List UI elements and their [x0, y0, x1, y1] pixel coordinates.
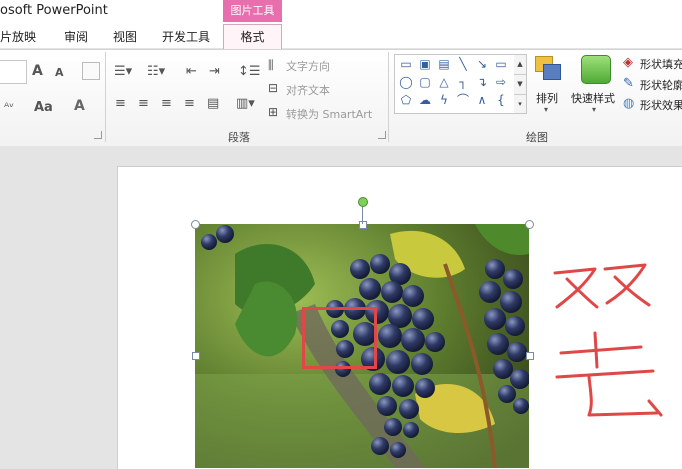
change-case-icon[interactable]: Aa	[34, 100, 53, 115]
right-arrow-shape-icon[interactable]: ⇨	[493, 75, 509, 89]
elbow-connector-shape-icon[interactable]: ┐	[455, 75, 471, 89]
text-direction-button[interactable]: 文字方向	[286, 58, 330, 74]
shape-fill-button[interactable]: 形状填充	[640, 56, 682, 72]
clear-format-icon[interactable]	[82, 62, 100, 80]
resize-handle-right[interactable]	[526, 352, 534, 360]
rectangle-shape-icon[interactable]: ▭	[398, 57, 414, 71]
tab-developer[interactable]: 开发工具	[162, 28, 210, 45]
align-text-icon[interactable]: ⊟	[268, 81, 278, 95]
picture-tools-context-header: 图片工具	[223, 0, 282, 22]
triangle-shape-icon[interactable]: △	[436, 75, 452, 89]
font-color-icon[interactable]: A	[74, 98, 85, 114]
convert-smartart-button[interactable]: 转换为 SmartArt	[286, 106, 372, 122]
arrange-label: 排列	[536, 92, 558, 105]
distribute-icon[interactable]: ▤	[207, 96, 219, 111]
arrange-button[interactable]: 排列 ▾	[530, 52, 566, 122]
shapes-gallery[interactable]: ▭ ▣ ▤ ╲ ↘ ▭ ◯ ▢ △ ┐ ↴ ⇨ ⬠ ☁ ϟ ⌒ ∧ {	[394, 54, 516, 114]
columns-icon[interactable]: ▥▾	[236, 96, 255, 111]
quick-styles-label: 快速样式	[571, 92, 615, 105]
drawing-group-label: 绘图	[526, 131, 548, 144]
rotate-connector	[362, 206, 363, 224]
smartart-icon[interactable]: ⊞	[268, 105, 278, 119]
arrange-icon-back	[543, 64, 561, 80]
arc-shape-icon[interactable]: ⌒	[455, 93, 471, 107]
scroll-up-icon[interactable]: ▲	[514, 55, 526, 75]
resize-handle-top-right[interactable]	[525, 220, 534, 229]
shape-fill-icon[interactable]: ◈	[623, 55, 633, 70]
paragraph-group-label: 段落	[228, 131, 250, 144]
chevron-down-icon: ▾	[592, 105, 597, 114]
quick-styles-icon	[581, 55, 611, 84]
group-separator	[105, 52, 106, 142]
grow-font-icon[interactable]: A	[32, 63, 43, 79]
tab-format[interactable]: 格式	[223, 24, 282, 50]
textbox-vertical-shape-icon[interactable]: ▤	[436, 57, 452, 71]
rotate-handle[interactable]	[358, 197, 368, 207]
font-dialog-launcher[interactable]	[94, 131, 102, 139]
char-spacing-icon[interactable]: ᴬᵛ	[4, 100, 14, 114]
shrink-font-icon[interactable]: A	[55, 66, 64, 79]
align-text-button[interactable]: 对齐文本	[286, 82, 330, 98]
arrow-line-shape-icon[interactable]: ↘	[474, 57, 490, 71]
shape-outline-icon[interactable]: ✎	[623, 76, 634, 91]
align-left-icon[interactable]: ≡	[115, 96, 126, 111]
tab-review[interactable]: 审阅	[64, 28, 88, 45]
tab-slide-show[interactable]: 片放映	[0, 28, 36, 45]
ribbon-tabs-row	[0, 24, 682, 48]
shapes-gallery-scroll[interactable]: ▲ ▼ ▾	[514, 54, 527, 114]
font-size-box[interactable]	[0, 60, 27, 84]
more-shapes-icon[interactable]: ▾	[514, 95, 526, 113]
oval-shape-icon[interactable]: ◯	[398, 75, 414, 89]
quick-styles-button[interactable]: 快速样式 ▾	[568, 52, 624, 122]
textbox-shape-icon[interactable]: ▣	[417, 57, 433, 71]
decrease-indent-icon[interactable]: ⇤	[186, 64, 197, 79]
lightning-shape-icon[interactable]: ϟ	[436, 93, 452, 107]
line-spacing-icon[interactable]: ↕☰	[238, 64, 261, 79]
group-separator	[388, 52, 389, 142]
handwritten-annotation	[553, 263, 663, 417]
rectangle2-shape-icon[interactable]: ▭	[493, 57, 509, 71]
shape-outline-button[interactable]: 形状轮廓	[640, 77, 682, 93]
shape-effects-button[interactable]: 形状效果	[640, 97, 682, 113]
cloud-shape-icon[interactable]: ☁	[417, 93, 433, 107]
app-title: osoft PowerPoint	[0, 3, 108, 18]
resize-handle-left[interactable]	[192, 352, 200, 360]
scroll-down-icon[interactable]: ▼	[514, 75, 526, 95]
line-shape-icon[interactable]: ╲	[455, 57, 471, 71]
brace-shape-icon[interactable]: {	[493, 93, 509, 107]
bullets-icon[interactable]: ☰▾	[114, 64, 132, 79]
highlight-box	[302, 307, 377, 369]
chevron-down-icon: ▾	[544, 105, 549, 114]
resize-handle-top-left[interactable]	[191, 220, 200, 229]
annotation-text: 双击	[560, 260, 561, 261]
numbering-icon[interactable]: ☷▾	[147, 64, 165, 79]
center-icon[interactable]: ≡	[138, 96, 149, 111]
align-right-icon[interactable]: ≡	[161, 96, 172, 111]
paragraph-dialog-launcher[interactable]	[378, 131, 386, 139]
rounded-rect-shape-icon[interactable]: ▢	[417, 75, 433, 89]
shape-effects-icon[interactable]: ◍	[623, 96, 634, 111]
tab-view[interactable]: 视图	[113, 28, 137, 45]
increase-indent-icon[interactable]: ⇥	[209, 64, 220, 79]
pentagon-shape-icon[interactable]: ⬠	[398, 93, 414, 107]
elbow-arrow-shape-icon[interactable]: ↴	[474, 75, 490, 89]
curve-shape-icon[interactable]: ∧	[474, 93, 490, 107]
resize-handle-top[interactable]	[359, 221, 367, 229]
justify-icon[interactable]: ≡	[184, 96, 195, 111]
text-direction-icon[interactable]: ⫼	[268, 58, 274, 73]
